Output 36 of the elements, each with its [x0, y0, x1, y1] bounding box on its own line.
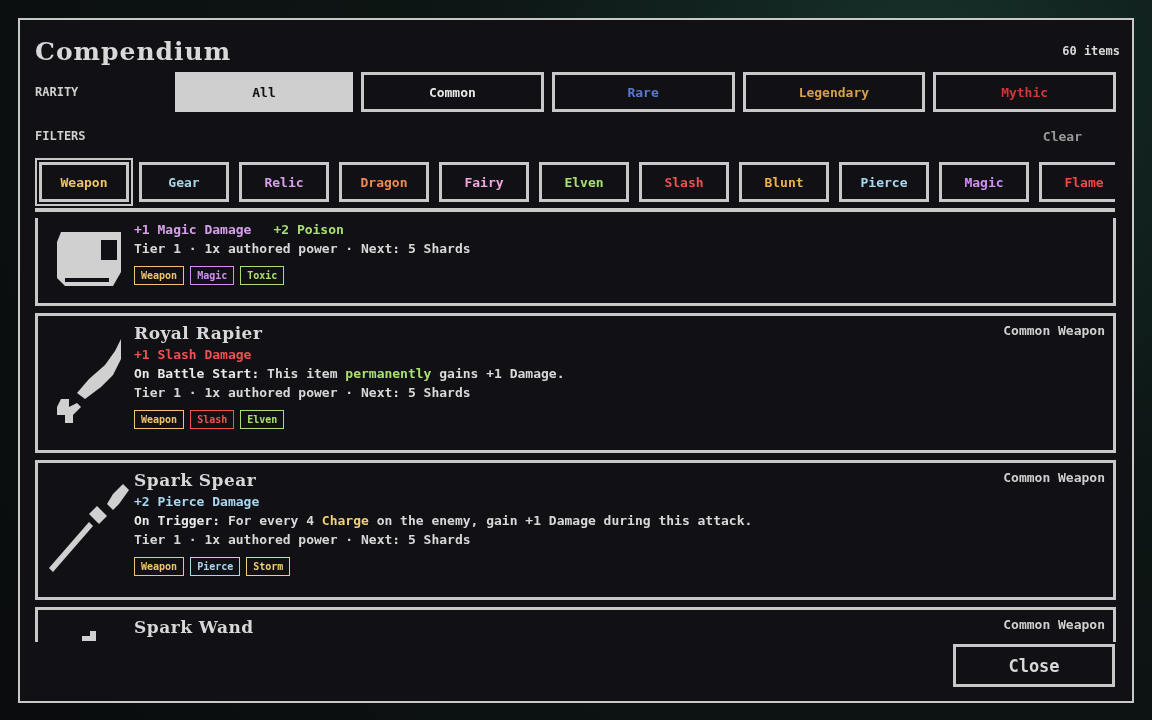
item-tag: Weapon	[134, 557, 185, 576]
item-name: Royal Rapier	[134, 323, 263, 343]
item-rarity: Common Weapon	[1003, 617, 1105, 634]
item-tag: Weapon	[134, 266, 185, 285]
item-tag: Slash	[190, 410, 235, 429]
rarity-tab[interactable]: Common	[361, 72, 544, 112]
rarity-tab[interactable]: Rare	[551, 72, 735, 112]
clear-button[interactable]: Clear	[1036, 127, 1088, 145]
item-tag: Storm	[246, 557, 291, 576]
dialog-title: Compendium	[35, 36, 232, 66]
item-stat: +1 Magic Damage	[134, 222, 252, 237]
rarity-tab[interactable]: Mythic	[933, 72, 1116, 112]
item-effect: On Trigger: For every 4 Charge on the enemy, gain +1 Damage during this attack.	[134, 513, 753, 528]
tier-text: Tier 1 · 1x authored power · Next: 5 Shards	[134, 385, 471, 400]
item-effect: On Battle Start: This item permanently gains +1 Damage.	[134, 366, 565, 381]
close-button[interactable]: Close	[953, 644, 1115, 687]
item-tag: Elven	[240, 410, 285, 429]
item-rarity: Common Weapon	[1003, 323, 1105, 340]
rarity-tab[interactable]: Legendary	[742, 72, 926, 112]
item-tag: Pierce	[190, 557, 241, 576]
item-tag: Toxic	[240, 266, 285, 285]
item-name: Spark Spear	[134, 470, 257, 490]
item-stat: +2 Pierce Damage	[134, 494, 260, 509]
filters-label: FILTERS	[35, 129, 87, 143]
rarity-tab[interactable]: All	[175, 72, 353, 112]
item-name: Spark Wand	[134, 617, 254, 637]
filter-chip[interactable]: Weapon	[35, 158, 133, 206]
item-tag: Weapon	[134, 410, 185, 429]
item-count: 60 items	[1062, 44, 1120, 58]
item-tag: Magic	[190, 266, 235, 285]
rarity-label: RARITY	[35, 85, 80, 99]
tier-text: Tier 1 · 1x authored power · Next: 5 Shards	[134, 532, 471, 547]
item-rarity: Common Weapon	[1003, 470, 1105, 487]
item-stat: +1 Slash Damage	[134, 347, 252, 362]
tier-text: Tier 1 · 1x authored power · Next: 5 Shards	[134, 241, 471, 256]
item-stat: +2 Poison	[273, 222, 344, 237]
